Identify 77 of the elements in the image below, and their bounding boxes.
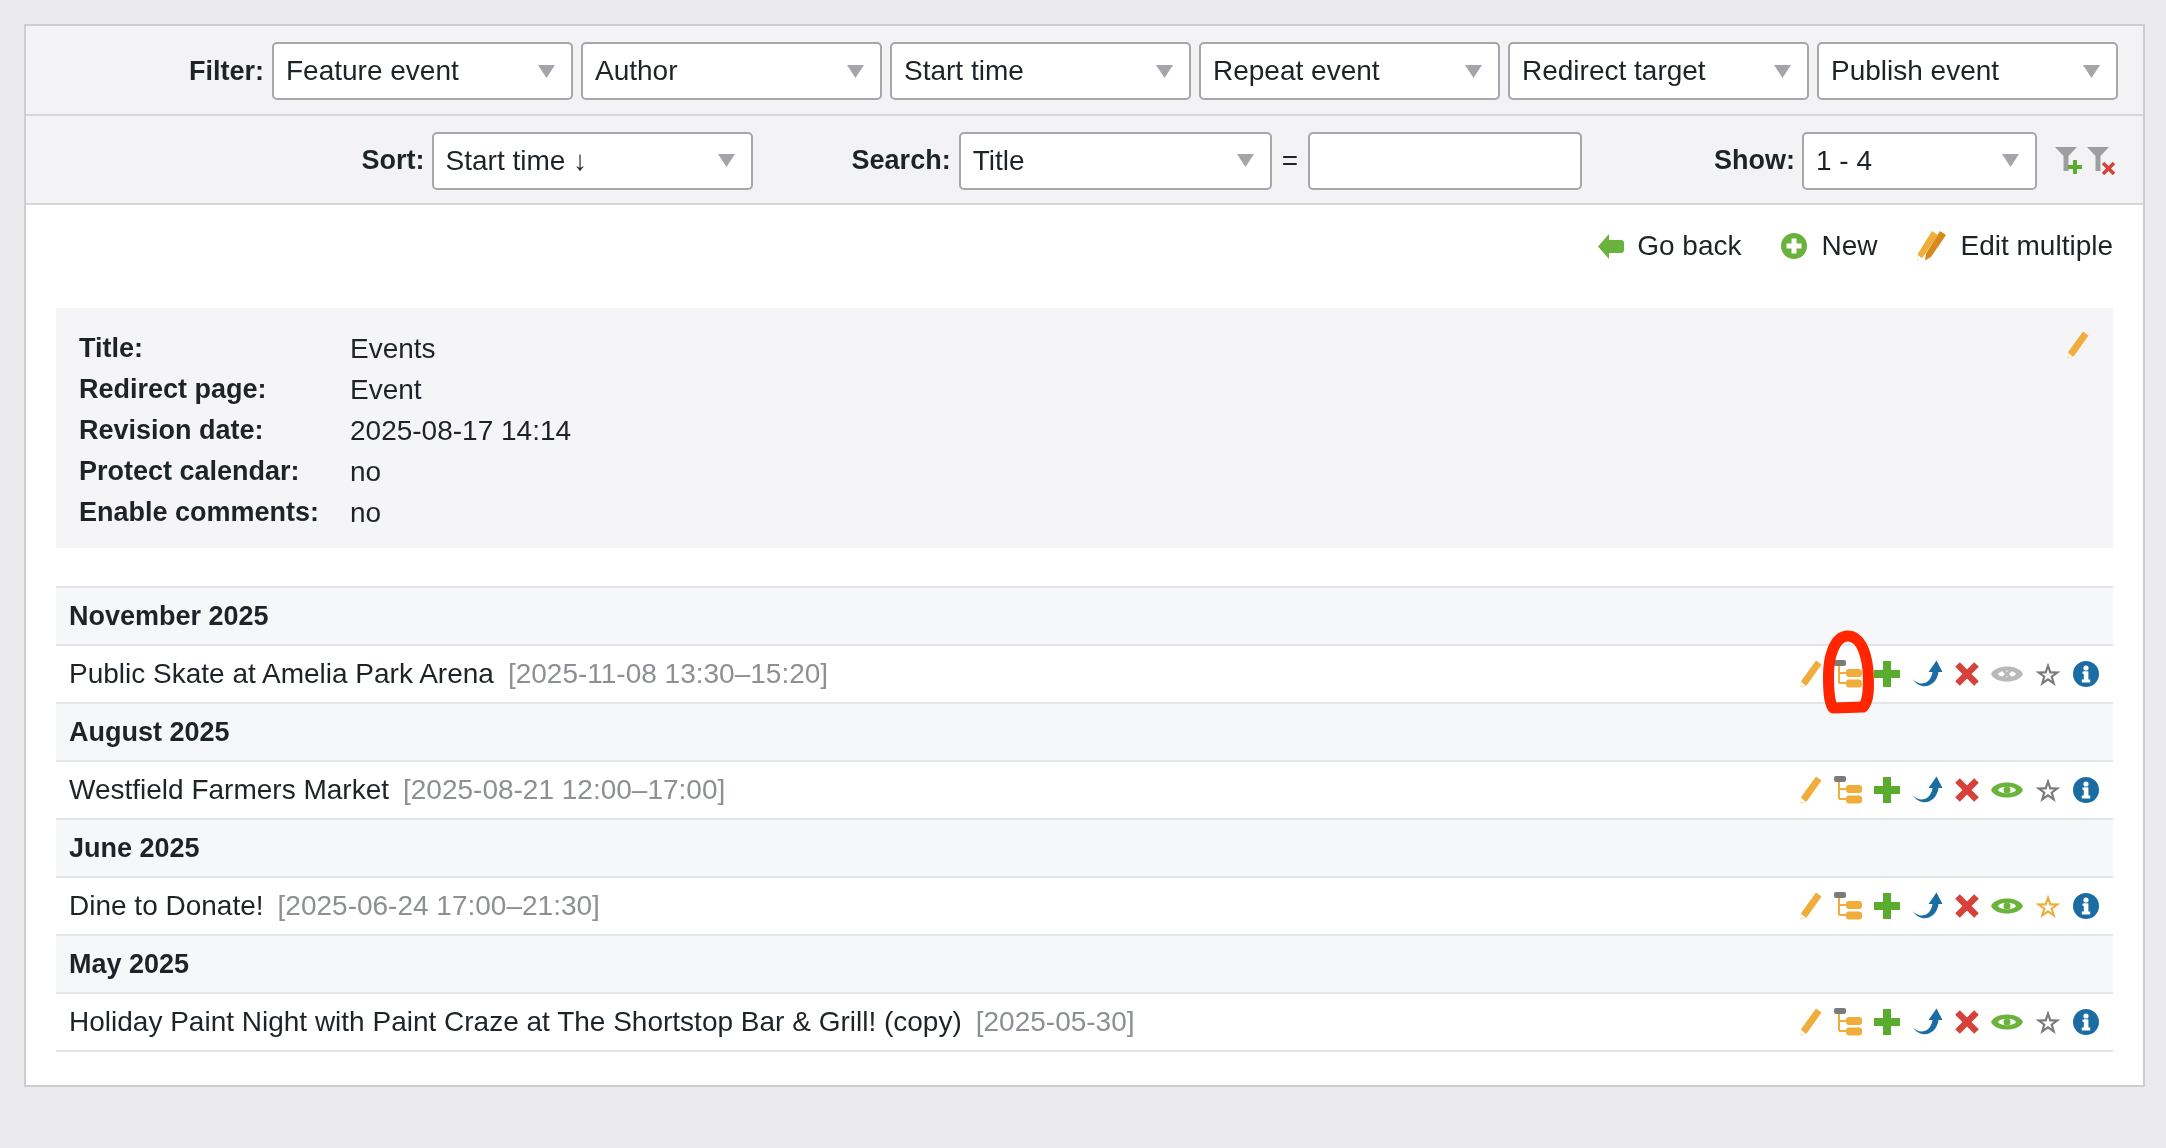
caret-icon: [2083, 64, 2100, 78]
detail-value: 2025-08-17 14:14: [350, 414, 572, 448]
caret-icon: [538, 64, 555, 78]
plus-icon[interactable]: [1874, 893, 1900, 919]
detail-label: Revision date:: [79, 414, 265, 447]
detail-label: Protect calendar:: [79, 455, 301, 488]
arrow-left-icon: [1598, 233, 1625, 259]
clear-filter-icon[interactable]: [2087, 146, 2116, 175]
filter-dropdown[interactable]: Start time: [890, 42, 1191, 100]
tree-icon[interactable]: [1834, 776, 1862, 804]
detail-value: Event: [350, 373, 423, 407]
event-date: [2025-05-30]: [975, 1005, 1135, 1039]
search-label: Search:: [851, 144, 951, 178]
month-header: August 2025: [56, 704, 2113, 762]
info-icon[interactable]: [2073, 777, 2099, 803]
show-label: Show:: [1714, 144, 1795, 178]
event-title: Dine to Donate!: [69, 889, 264, 923]
x-icon[interactable]: [1955, 1010, 1979, 1034]
star-icon[interactable]: [2035, 1009, 2061, 1035]
month-header: June 2025: [56, 820, 2113, 878]
caret-icon: [2002, 154, 2019, 167]
plus-icon[interactable]: [1874, 777, 1900, 803]
edit-multiple-link[interactable]: Edit multiple: [1917, 225, 2113, 267]
filter-label: Filter:: [189, 54, 264, 88]
month-header: May 2025: [56, 936, 2113, 994]
event-date: [2025-08-21 12:00–17:00]: [403, 773, 726, 807]
curved-arrow-icon[interactable]: [1912, 1008, 1943, 1036]
plus-icon[interactable]: [1874, 1009, 1900, 1035]
caret-icon: [1774, 64, 1791, 78]
filter-dropdown[interactable]: Feature event: [272, 42, 573, 100]
sort-label: Sort:: [361, 144, 425, 178]
add-filter-icon[interactable]: [2055, 146, 2084, 175]
event-title: Holiday Paint Night with Paint Craze at The Shortstop Bar & Grill! (copy): [69, 1005, 962, 1039]
sort-dropdown[interactable]: Start time ↓: [431, 131, 753, 190]
show-dropdown[interactable]: 1 - 4: [1802, 131, 2037, 190]
tree-icon[interactable]: [1834, 892, 1862, 920]
equals-sign: =: [1281, 143, 1298, 178]
tree-icon[interactable]: [1834, 1008, 1862, 1036]
event-title: Westfield Farmers Market: [69, 773, 389, 807]
event-date: [2025-06-24 17:00–21:30]: [277, 889, 600, 923]
curved-arrow-icon[interactable]: [1912, 776, 1943, 804]
search-field-dropdown[interactable]: Title: [958, 131, 1272, 190]
plus-icon[interactable]: [1874, 661, 1900, 687]
filter-dropdown[interactable]: Repeat event: [1199, 42, 1500, 100]
tree-icon[interactable]: [1834, 660, 1862, 688]
info-icon[interactable]: [2073, 661, 2099, 687]
curved-arrow-icon[interactable]: [1912, 660, 1943, 688]
curved-arrow-icon[interactable]: [1912, 892, 1943, 920]
info-icon[interactable]: [2073, 893, 2099, 919]
filter-dropdown[interactable]: Publish event: [1817, 42, 2118, 100]
event-title: Public Skate at Amelia Park Arena: [69, 657, 494, 691]
caret-icon: [1236, 154, 1254, 167]
go-back-link[interactable]: Go back: [1598, 225, 1742, 267]
filter-dropdown[interactable]: Redirect target: [1508, 42, 1809, 100]
detail-value: no: [350, 455, 383, 489]
search-input[interactable]: [1308, 131, 1582, 190]
star-icon[interactable]: [2035, 777, 2061, 803]
caret-icon: [847, 64, 864, 78]
detail-label: Title:: [79, 332, 144, 365]
detail-value: no: [350, 496, 383, 530]
x-icon[interactable]: [1955, 778, 1979, 802]
new-link[interactable]: New: [1781, 225, 1878, 267]
caret-icon: [1156, 64, 1173, 78]
star-icon[interactable]: [2035, 661, 2061, 687]
month-header: November 2025: [56, 588, 2113, 646]
x-icon[interactable]: [1955, 662, 1979, 686]
plus-circle-icon: [1781, 233, 1808, 259]
filter-dropdown[interactable]: Author: [581, 42, 882, 100]
x-icon[interactable]: [1955, 894, 1979, 918]
caret-icon: [717, 154, 735, 167]
detail-value: Events: [350, 332, 437, 366]
detail-label: Enable comments:: [79, 496, 321, 529]
star-icon[interactable]: [2035, 893, 2061, 919]
caret-icon: [1465, 64, 1482, 78]
event-date: [2025-11-08 13:30–15:20]: [507, 657, 829, 691]
info-icon[interactable]: [2073, 1009, 2099, 1035]
detail-label: Redirect page:: [79, 373, 268, 406]
